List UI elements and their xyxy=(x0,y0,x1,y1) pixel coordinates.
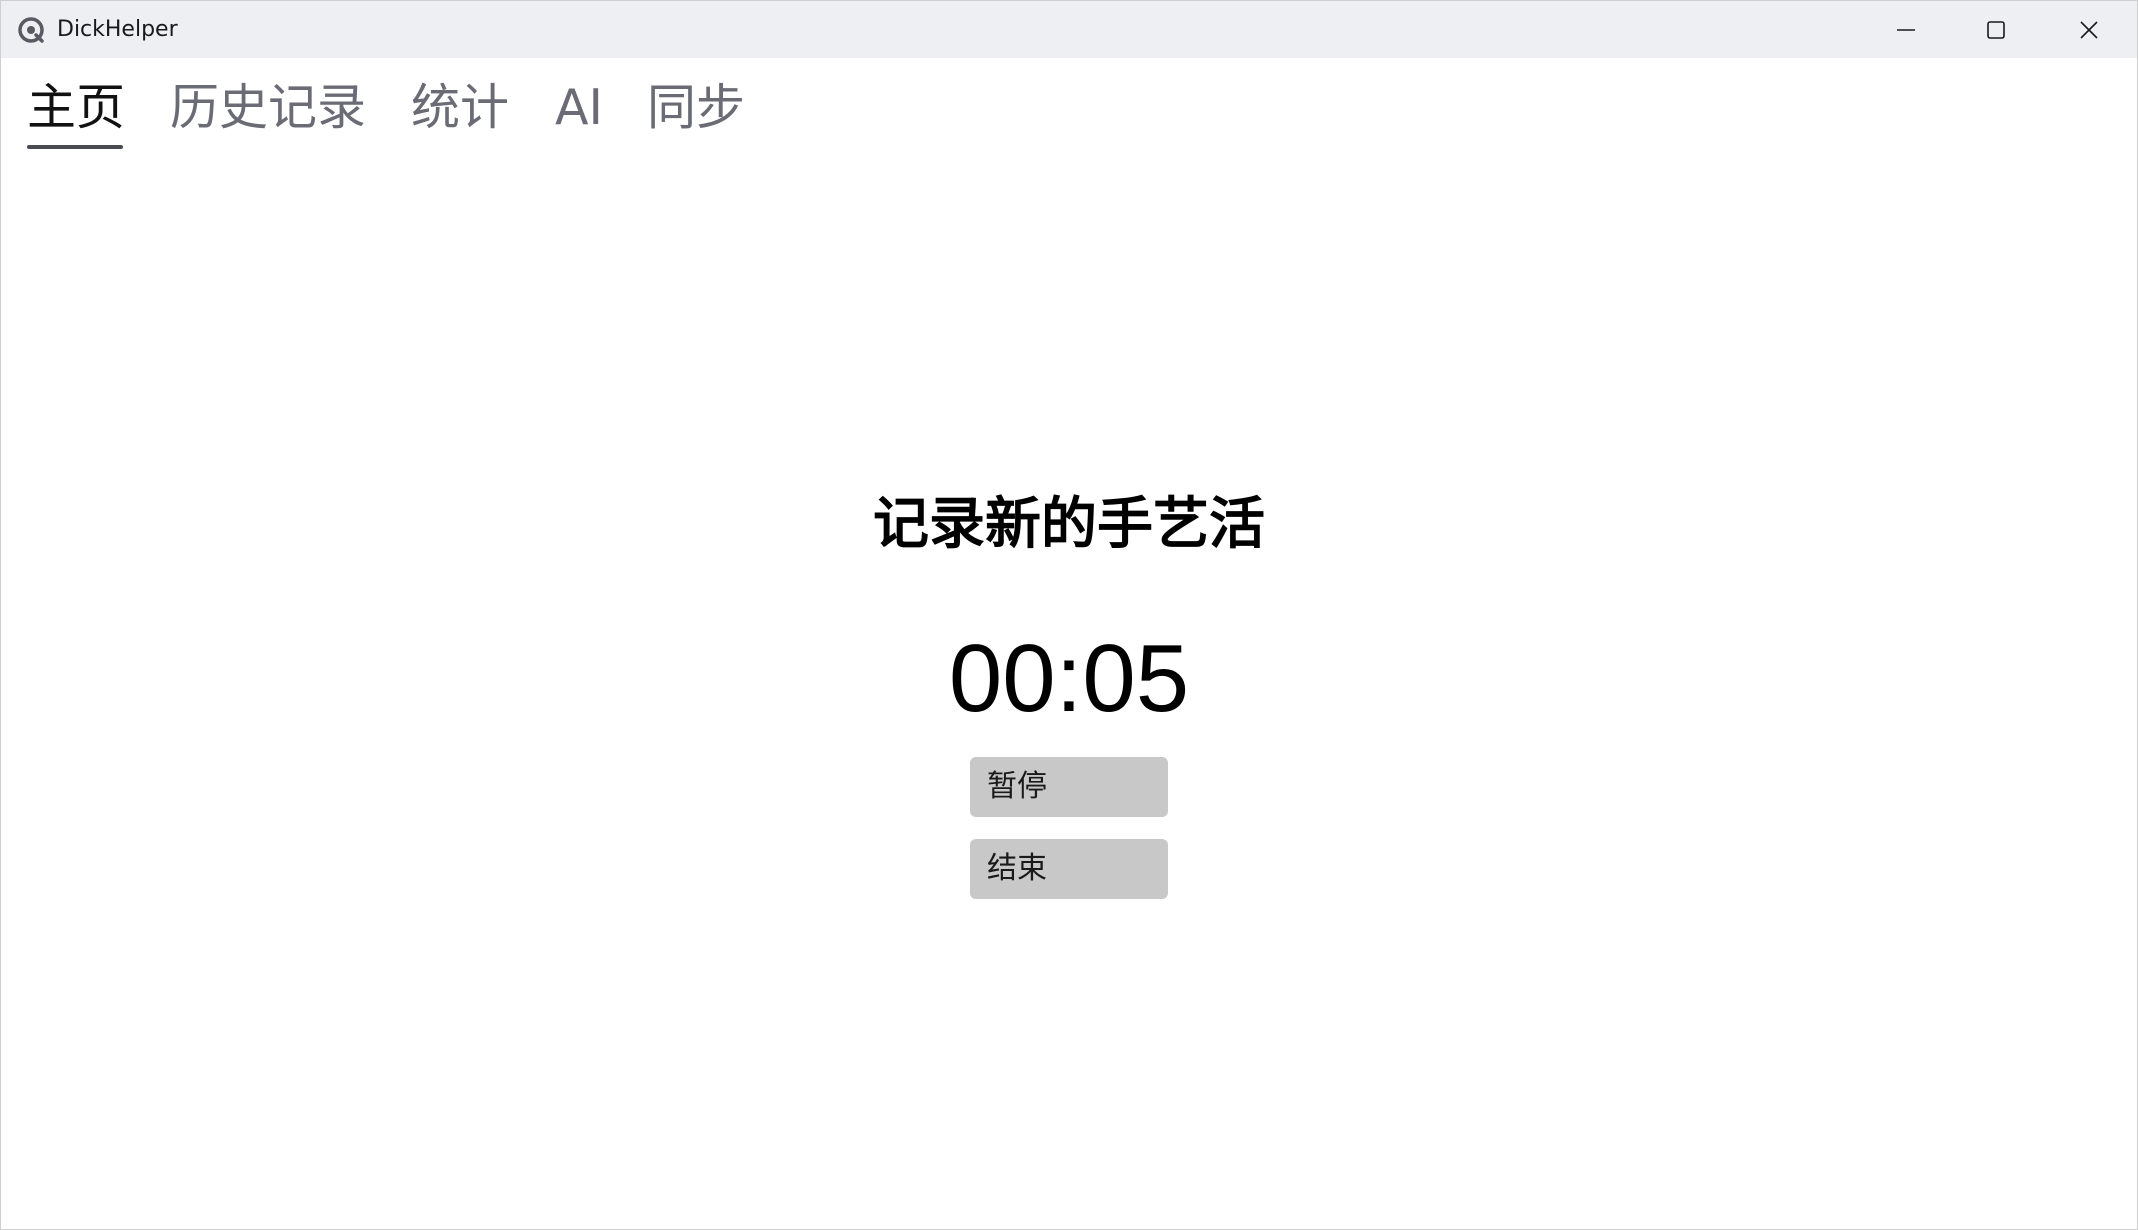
pause-button[interactable]: 暂停 xyxy=(970,757,1168,817)
title-bar[interactable]: DickHelper xyxy=(1,1,2137,58)
maximize-button[interactable] xyxy=(1951,1,2041,58)
timer-display: 00:05 xyxy=(948,625,1190,732)
window-title: DickHelper xyxy=(57,17,178,42)
minimize-icon xyxy=(1897,28,1915,31)
close-button[interactable] xyxy=(2044,1,2134,58)
end-button[interactable]: 结束 xyxy=(970,839,1168,899)
page-heading: 记录新的手艺活 xyxy=(873,492,1265,557)
tab-history[interactable]: 历史记录 xyxy=(170,73,366,143)
close-icon xyxy=(2080,20,2098,39)
tab-statistics[interactable]: 统计 xyxy=(411,73,509,143)
minimize-button[interactable] xyxy=(1861,1,1951,58)
app-window: DickHelper 主页 历史记录 统计 AI 同步 记录新的手艺活 00:0… xyxy=(0,0,2138,1230)
tab-ai[interactable]: AI xyxy=(555,73,603,143)
tab-sync[interactable]: 同步 xyxy=(647,73,745,143)
tab-home[interactable]: 主页 xyxy=(27,73,125,143)
active-tab-indicator xyxy=(27,145,123,149)
maximize-icon xyxy=(1987,20,2005,39)
app-logo-icon xyxy=(18,17,44,43)
